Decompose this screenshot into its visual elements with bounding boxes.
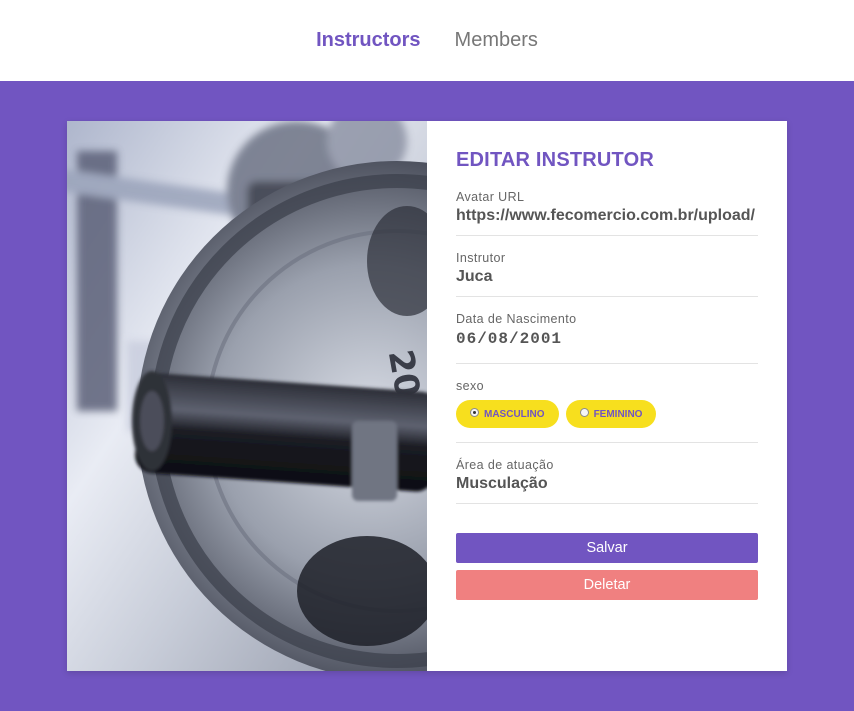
instructor-name-input[interactable] [456,268,758,286]
instructor-avatar-image: 20KG [67,121,427,671]
gender-label: sexo [456,379,485,393]
area-label: Área de atuação [456,458,554,472]
avatar-url-field: Avatar URL [456,190,758,236]
gender-field: sexo MASCULINO FEMININO [456,379,758,443]
content-background: 20KG EDITAR INSTRUTOR Avatar URL Instrut… [0,81,854,711]
gender-option-label: FEMININO [593,408,643,420]
top-nav: Instructors Members [0,0,854,81]
instructor-card: 20KG EDITAR INSTRUTOR Avatar URL Instrut… [67,121,787,671]
save-button[interactable]: Salvar [456,533,758,563]
nav-instructors-link[interactable]: Instructors [316,29,420,52]
radio-selected-icon[interactable] [470,407,479,417]
area-field: Área de atuação [456,458,758,504]
birth-date-label: Data de Nascimento [456,312,577,326]
avatar-url-label: Avatar URL [456,190,525,204]
birth-date-input[interactable] [456,330,758,348]
instructor-name-field: Instrutor [456,251,758,297]
gender-option-masculino[interactable]: MASCULINO [456,400,559,428]
instructor-name-label: Instrutor [456,251,506,265]
gender-radio-group: MASCULINO FEMININO [456,400,758,428]
edit-instructor-form: EDITAR INSTRUTOR Avatar URL Instrutor Da… [427,121,787,671]
gym-weight-plate-illustration: 20KG [67,121,427,671]
gender-option-feminino[interactable]: FEMININO [565,400,657,428]
form-title: EDITAR INSTRUTOR [456,149,655,171]
delete-button[interactable]: Deletar [456,570,758,600]
area-input[interactable] [456,475,758,493]
birth-date-field: Data de Nascimento [456,312,758,364]
nav-members-link[interactable]: Members [455,29,538,52]
avatar-url-input[interactable] [456,207,758,225]
radio-unselected-icon[interactable] [579,407,589,417]
gender-option-label: MASCULINO [484,408,545,420]
